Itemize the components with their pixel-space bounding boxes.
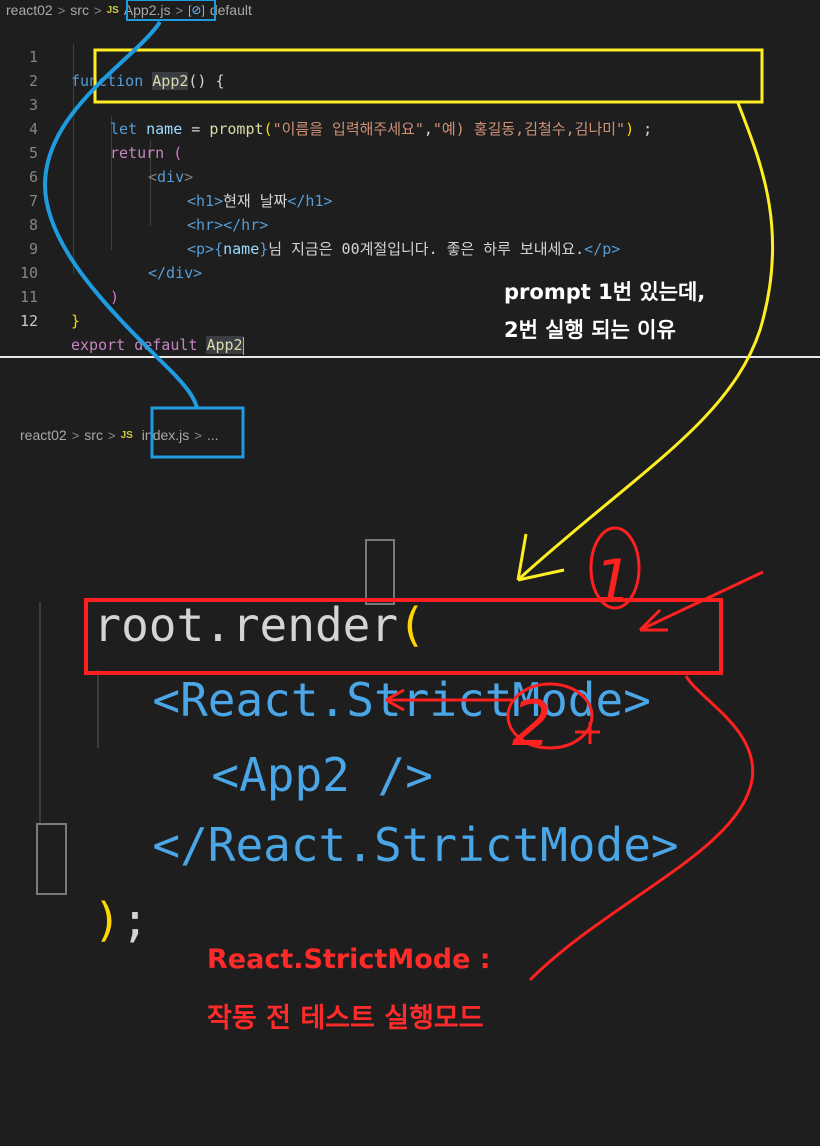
index-file-highlight (150, 406, 245, 459)
app2-file-highlight (126, 0, 216, 21)
strictmode-annotation-title: React.StrictMode : (207, 944, 491, 975)
prompt-line-highlight (93, 48, 764, 104)
red-connector-line (528, 675, 755, 982)
yellow-arrow-line (518, 102, 775, 580)
strictmode-annotation-desc: 작동 전 테스트 실행모드 (207, 1003, 484, 1034)
blue-connector-line (42, 20, 199, 409)
